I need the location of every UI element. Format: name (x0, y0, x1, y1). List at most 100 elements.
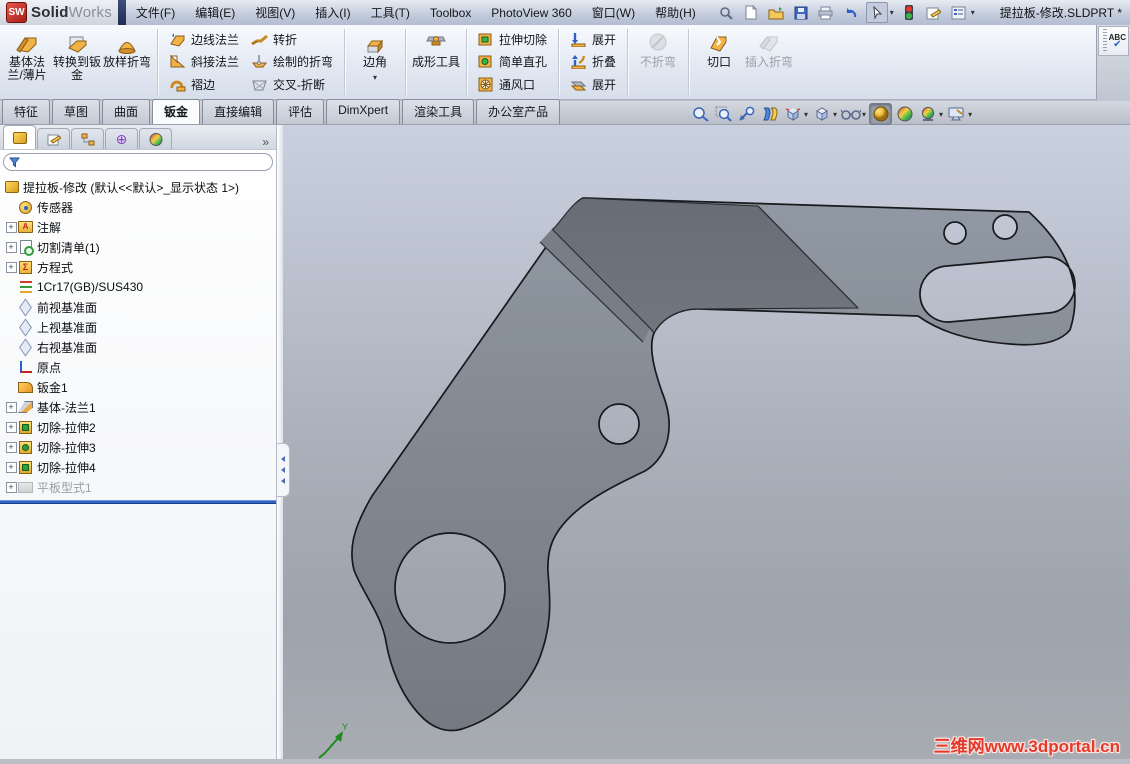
tree-item-material[interactable]: 1Cr17(GB)/SUS430 (0, 277, 276, 297)
edge-flange-button[interactable]: 边线法兰 (163, 28, 245, 50)
tree-filter-box[interactable] (3, 153, 273, 171)
undo-icon[interactable] (841, 3, 861, 22)
tab-direct-editing[interactable]: 直接编辑 (202, 99, 275, 124)
apply-scene-caret[interactable]: ▾ (939, 110, 943, 119)
display-style-caret[interactable]: ▾ (833, 110, 837, 119)
zoom-selection-icon[interactable] (736, 104, 757, 124)
tab-display-manager[interactable] (139, 128, 172, 149)
menu-window[interactable]: 窗口(W) (582, 0, 645, 25)
tab-render-tools[interactable]: 渲染工具 (402, 99, 475, 124)
tab-office-products[interactable]: 办公室产品 (476, 99, 561, 124)
tree-item-origin[interactable]: 原点 (0, 357, 276, 377)
print-icon[interactable] (816, 3, 836, 22)
tree-item-cut-extrude3[interactable]: + 切除-拉伸3 (0, 437, 276, 457)
save-icon[interactable] (791, 3, 811, 22)
file-properties-icon[interactable] (924, 3, 944, 22)
search-icon[interactable] (716, 3, 736, 22)
display-style-icon[interactable] (811, 104, 832, 124)
tree-item-right-plane[interactable]: 右视基准面 (0, 337, 276, 357)
expander-plus[interactable]: + (5, 221, 17, 233)
rebuild-traffic-light-icon[interactable] (899, 3, 919, 22)
edit-appearance-icon[interactable] (894, 104, 915, 124)
section-view-icon[interactable] (759, 104, 780, 124)
tab-dimxpert-manager[interactable]: ⊕ (105, 128, 138, 149)
menu-toolbox[interactable]: Toolbox (420, 0, 481, 25)
tree-item-sheet-metal1[interactable]: 钣金1 (0, 377, 276, 397)
convert-to-sheetmetal-button[interactable]: 转换到钣金 (52, 26, 102, 98)
tree-item-front-plane[interactable]: 前视基准面 (0, 297, 276, 317)
base-flange-button[interactable]: 基体法兰/薄片 (2, 26, 52, 98)
panel-overflow-chevron[interactable]: » (262, 135, 269, 149)
options-icon[interactable] (949, 3, 969, 22)
tree-item-sensors[interactable]: 传感器 (0, 197, 276, 217)
graphics-viewport[interactable]: Y 三维网www.3dportal.cn (283, 125, 1130, 759)
menu-file[interactable]: 文件(F) (126, 0, 185, 25)
simple-hole-button[interactable]: 简单直孔 (472, 51, 553, 73)
jog-button[interactable]: 转折 (245, 28, 339, 50)
expander-plus[interactable]: + (5, 241, 17, 253)
tree-filter-input[interactable] (24, 156, 267, 168)
corner-button[interactable]: 边角 ▾ (350, 26, 400, 98)
zoom-area-icon[interactable] (713, 104, 734, 124)
hide-show-items-caret[interactable]: ▾ (862, 110, 866, 119)
expander-plus[interactable]: + (5, 421, 17, 433)
zoom-fit-icon[interactable] (690, 104, 711, 124)
menu-help[interactable]: 帮助(H) (645, 0, 706, 25)
panel-collapse-handle[interactable] (277, 443, 290, 497)
view-settings-icon[interactable] (946, 104, 967, 124)
view-orientation-icon[interactable] (782, 104, 803, 124)
extruded-cut-button[interactable]: 拉伸切除 (472, 28, 553, 50)
tree-item-cut-extrude2[interactable]: + 切除-拉伸2 (0, 417, 276, 437)
tree-root[interactable]: 提拉板-修改 (默认<<默认>_显示状态 1>) (0, 177, 276, 197)
open-icon[interactable] (766, 3, 786, 22)
expander-plus[interactable]: + (5, 401, 17, 413)
tab-configuration-manager[interactable] (71, 128, 104, 149)
tree-item-annotations[interactable]: + A 注解 (0, 217, 276, 237)
menu-insert[interactable]: 插入(I) (305, 0, 360, 25)
menu-edit[interactable]: 编辑(E) (185, 0, 245, 25)
select-dropdown-caret[interactable]: ▾ (890, 8, 894, 17)
tab-feature-manager[interactable] (3, 125, 36, 149)
tab-evaluate[interactable]: 评估 (276, 99, 325, 124)
options-dropdown-caret[interactable]: ▾ (971, 8, 975, 17)
tab-surfaces[interactable]: 曲面 (102, 99, 151, 124)
expander-plus[interactable]: + (5, 461, 17, 473)
flatten-button[interactable]: 展开 (564, 74, 622, 96)
corner-dropdown-caret[interactable]: ▾ (373, 71, 377, 84)
tab-sketch[interactable]: 草图 (52, 99, 101, 124)
rollback-bar[interactable] (0, 500, 276, 504)
expander-plus[interactable]: + (5, 481, 17, 493)
hem-button[interactable]: 褶边 (163, 74, 245, 96)
cross-break-button[interactable]: 交叉-折断 (245, 74, 339, 96)
appearance-icon[interactable] (869, 103, 893, 125)
new-document-icon[interactable] (741, 3, 761, 22)
forming-tool-button[interactable]: 成形工具 (411, 26, 461, 98)
tab-dimxpert[interactable]: DimXpert (326, 99, 401, 124)
tree-item-cut-list[interactable]: + 切割清单(1) (0, 237, 276, 257)
tree-item-equations[interactable]: + Σ 方程式 (0, 257, 276, 277)
unfold-button[interactable]: 展开 (564, 28, 622, 50)
fold-button[interactable]: 折叠 (564, 51, 622, 73)
tab-features[interactable]: 特征 (2, 99, 51, 124)
vent-button[interactable]: 通风口 (472, 74, 553, 96)
rip-button[interactable]: 切口 (694, 26, 744, 98)
expander-plus[interactable]: + (5, 261, 17, 273)
tab-property-manager[interactable] (37, 128, 70, 149)
menu-view[interactable]: 视图(V) (245, 0, 305, 25)
tab-sheet-metal[interactable]: 钣金 (152, 99, 201, 124)
sketched-bend-button[interactable]: 绘制的折弯 (245, 51, 339, 73)
miter-flange-button[interactable]: 斜接法兰 (163, 51, 245, 73)
spell-check-icon[interactable]: ABC ✔ (1109, 34, 1126, 50)
view-orientation-caret[interactable]: ▾ (804, 110, 808, 119)
menu-tools[interactable]: 工具(T) (361, 0, 420, 25)
hide-show-items-icon[interactable] (840, 104, 861, 124)
tree-item-base-flange1[interactable]: + 基体-法兰1 (0, 397, 276, 417)
menu-photoview[interactable]: PhotoView 360 (481, 0, 582, 25)
expander-plus[interactable]: + (5, 441, 17, 453)
toolbar-grip[interactable] (1102, 29, 1107, 53)
tree-item-flat-pattern1[interactable]: + 平板型式1 (0, 477, 276, 497)
tree-item-cut-extrude4[interactable]: + 切除-拉伸4 (0, 457, 276, 477)
view-settings-caret[interactable]: ▾ (968, 110, 972, 119)
tree-item-top-plane[interactable]: 上视基准面 (0, 317, 276, 337)
select-cursor-icon[interactable] (865, 2, 888, 23)
